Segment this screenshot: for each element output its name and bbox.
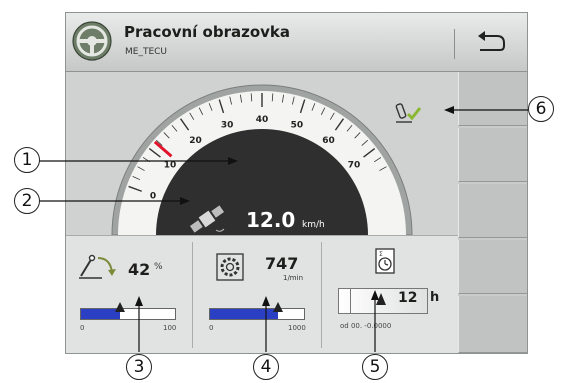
speedometer-gauge: 0 10 20 30 40 50 60 70 12.0 km/h	[111, 84, 422, 236]
gauge-scale-label: 30	[221, 120, 234, 130]
callout-1: 1	[14, 147, 40, 173]
hitch-position-icon	[79, 254, 116, 279]
page-title: Pracovní obrazovka	[124, 23, 291, 41]
counter-marker	[376, 293, 386, 305]
pto-bar-marker	[272, 302, 283, 312]
hitch-min: 0	[80, 324, 85, 332]
pto-unit: 1/min	[283, 274, 304, 282]
hours-since: od 00. -0.0000	[340, 322, 392, 330]
hours-value: 12	[398, 290, 418, 306]
linkage-confirmed-icon	[395, 103, 422, 123]
callout-5: 5	[362, 354, 388, 380]
pto-bar	[209, 302, 305, 320]
pto-panel[interactable]: 747 1/min 0 1000	[193, 236, 321, 353]
header-bar: Pracovní obrazovka ME_TECU	[66, 13, 527, 72]
softkey-4[interactable]	[458, 240, 527, 294]
counter-divider	[350, 288, 351, 313]
callout-4: 4	[253, 354, 279, 380]
pto-value: 747	[265, 254, 299, 273]
svg-text:Σ: Σ	[379, 251, 383, 258]
hitch-panel[interactable]: 42 % 0 100	[66, 236, 192, 353]
softkey-1[interactable]	[458, 72, 527, 126]
callout-3: 3	[126, 354, 152, 380]
softkey-3[interactable]	[458, 184, 527, 238]
gauge-scale-label: 10	[164, 160, 177, 170]
hours-unit: h	[430, 290, 440, 305]
hitch-unit: %	[154, 262, 163, 272]
back-button[interactable]	[464, 23, 520, 61]
gauge-scale-label: 0	[150, 191, 156, 201]
hours-panel[interactable]: Σ 12 h od 00. -0.0000	[322, 236, 458, 353]
gauge-scale-label: 40	[256, 115, 269, 125]
callout-2: 2	[14, 188, 40, 214]
softkey-2[interactable]	[458, 128, 527, 182]
header-divider	[454, 29, 455, 59]
pto-bar-fill	[210, 309, 278, 319]
softkey-column	[458, 72, 527, 353]
hitch-bar	[80, 302, 176, 320]
main-area: 0 10 20 30 40 50 60 70 12.0 km/h 42 % 0 …	[66, 72, 458, 353]
gauge-scale-label: 20	[189, 136, 202, 146]
speed-unit: km/h	[302, 220, 325, 230]
back-arrow-icon	[478, 31, 505, 51]
hitch-bar-marker	[115, 302, 126, 312]
pto-gear-icon	[216, 253, 244, 281]
gauge-scale-label: 50	[291, 120, 304, 130]
pto-min: 0	[209, 324, 214, 332]
tractor-steering-wheel-icon	[72, 21, 112, 61]
pto-max: 1000	[288, 324, 306, 332]
hitch-value: 42	[128, 260, 151, 279]
work-screen-frame: Pracovní obrazovka ME_TECU 0 10 20 30 40 50 60…	[65, 12, 528, 354]
implement-name: ME_TECU	[125, 47, 168, 57]
info-panels: 42 % 0 100 747 1/min 0 1000 Σ 12 h od 00…	[66, 235, 458, 353]
softkey-5[interactable]	[458, 296, 527, 353]
gauge-scale-label: 60	[322, 136, 335, 146]
hitch-max: 100	[163, 324, 177, 332]
callout-6: 6	[528, 96, 554, 122]
speed-value: 12.0	[246, 208, 295, 232]
timer-icon: Σ	[375, 248, 395, 274]
gauge-scale-label: 70	[348, 160, 361, 170]
